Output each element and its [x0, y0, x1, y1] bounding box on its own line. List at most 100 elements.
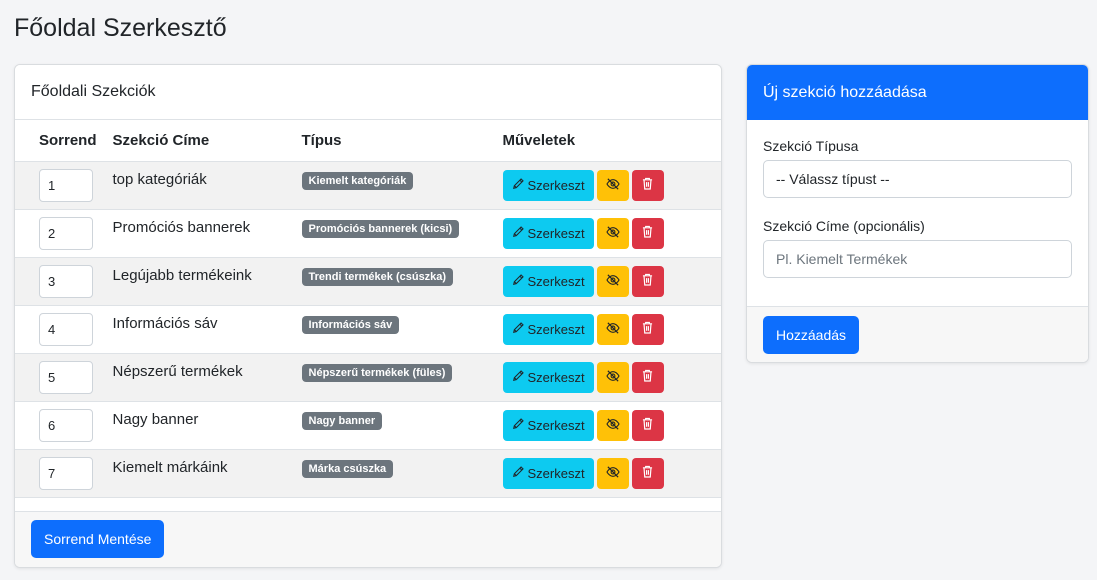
type-cell: Népszerű termékek (füles)	[294, 353, 495, 401]
edit-button[interactable]: Szerkeszt	[502, 169, 594, 201]
order-cell	[15, 449, 105, 497]
table-row: top kategóriák Kiemelt kategóriák Szerke…	[15, 161, 721, 209]
delete-button[interactable]	[631, 265, 664, 297]
hide-button[interactable]	[596, 457, 629, 489]
order-cell	[15, 161, 105, 209]
type-badge: Információs sáv	[301, 315, 400, 334]
delete-button[interactable]	[631, 361, 664, 393]
edit-button[interactable]: Szerkeszt	[502, 361, 594, 393]
order-input[interactable]	[39, 216, 93, 250]
edit-button[interactable]: Szerkeszt	[502, 457, 594, 489]
eye-slash-icon	[605, 369, 620, 385]
hide-button[interactable]	[596, 409, 629, 441]
add-section-form: Szekció Típusa -- Válassz típust -- Szek…	[747, 120, 1088, 278]
delete-button[interactable]	[631, 409, 664, 441]
eye-slash-icon	[605, 321, 620, 337]
edit-button-label: Szerkeszt	[527, 177, 585, 193]
actions-cell: Szerkeszt	[495, 161, 721, 209]
edit-button[interactable]: Szerkeszt	[502, 409, 594, 441]
actions-cell: Szerkeszt	[495, 209, 721, 257]
order-input[interactable]	[39, 408, 93, 442]
delete-button[interactable]	[631, 217, 664, 249]
edit-button[interactable]: Szerkeszt	[502, 265, 594, 297]
section-title: top kategóriák	[112, 170, 207, 188]
type-cell: Promóciós bannerek (kicsi)	[294, 209, 495, 257]
hide-button[interactable]	[596, 169, 629, 201]
order-input[interactable]	[39, 360, 93, 394]
hide-button[interactable]	[596, 217, 629, 249]
trash-icon	[642, 177, 653, 193]
type-badge: Márka csúszka	[301, 459, 394, 478]
table-header-row: Sorrend Szekció Címe Típus Műveletek	[15, 120, 721, 162]
type-cell: Márka csúszka	[294, 449, 495, 497]
add-section-button[interactable]: Hozzáadás	[763, 316, 860, 354]
pencil-icon	[512, 177, 524, 193]
save-order-button[interactable]: Sorrend Mentése	[31, 520, 165, 558]
table-row: Legújabb termékeink Trendi termékek (csú…	[15, 257, 721, 305]
table-row: Nagy banner Nagy banner Szerkeszt	[15, 401, 721, 449]
section-title: Információs sáv	[112, 314, 218, 332]
section-title-placeholder: Pl. Kiemelt Termékek	[776, 251, 908, 267]
section-title-input[interactable]: Pl. Kiemelt Termékek	[763, 240, 1072, 278]
trash-icon	[642, 369, 653, 385]
edit-button-label: Szerkeszt	[527, 321, 585, 337]
delete-button[interactable]	[631, 457, 664, 489]
table-row: Kiemelt márkáink Márka csúszka Szerkeszt	[15, 449, 721, 497]
order-cell	[15, 401, 105, 449]
type-cell: Kiemelt kategóriák	[294, 161, 495, 209]
eye-slash-icon	[605, 177, 620, 193]
sections-card: Főoldali Szekciók Sorrend Szekció Címe T…	[14, 64, 722, 568]
delete-button[interactable]	[631, 169, 664, 201]
actions-cell: Szerkeszt	[495, 449, 721, 497]
edit-button-label: Szerkeszt	[527, 369, 585, 385]
edit-button[interactable]: Szerkeszt	[502, 217, 594, 249]
order-cell	[15, 353, 105, 401]
delete-button[interactable]	[631, 313, 664, 345]
section-type-label: Szekció Típusa	[763, 138, 859, 154]
edit-button-label: Szerkeszt	[527, 417, 585, 433]
actions-cell: Szerkeszt	[495, 305, 721, 353]
trash-icon	[642, 225, 653, 241]
hide-button[interactable]	[596, 265, 629, 297]
edit-button[interactable]: Szerkeszt	[502, 313, 594, 345]
order-input[interactable]	[39, 456, 93, 490]
sections-card-footer: Sorrend Mentése	[15, 511, 721, 567]
eye-slash-icon	[605, 225, 620, 241]
pencil-icon	[512, 225, 524, 241]
hide-button[interactable]	[596, 313, 629, 345]
title-cell: top kategóriák	[105, 161, 294, 209]
section-title: Legújabb termékeink	[112, 266, 252, 284]
actions-cell: Szerkeszt	[495, 353, 721, 401]
section-title: Kiemelt márkáink	[112, 458, 228, 476]
section-type-selected-value: -- Válassz típust --	[776, 171, 890, 187]
section-title: Népszerű termékek	[112, 362, 243, 380]
type-badge: Trendi termékek (csúszka)	[301, 267, 454, 286]
actions-cell: Szerkeszt	[495, 401, 721, 449]
add-section-card: Új szekció hozzáadása Szekció Típusa -- …	[746, 64, 1089, 363]
add-section-card-footer: Hozzáadás	[747, 306, 1088, 362]
trash-icon	[642, 465, 653, 481]
order-cell	[15, 305, 105, 353]
type-badge: Népszerű termékek (füles)	[301, 363, 453, 382]
section-title: Nagy banner	[112, 410, 199, 428]
title-cell: Promóciós bannerek	[105, 209, 294, 257]
table-row: Népszerű termékek Népszerű termékek (fül…	[15, 353, 721, 401]
order-input[interactable]	[39, 168, 93, 202]
sections-table-body: top kategóriák Kiemelt kategóriák Szerke…	[15, 161, 721, 497]
order-cell	[15, 257, 105, 305]
order-input[interactable]	[39, 264, 93, 298]
hide-button[interactable]	[596, 361, 629, 393]
type-cell: Nagy banner	[294, 401, 495, 449]
order-input[interactable]	[39, 312, 93, 346]
pencil-icon	[512, 369, 524, 385]
title-cell: Népszerű termékek	[105, 353, 294, 401]
order-cell	[15, 209, 105, 257]
sections-table: Sorrend Szekció Címe Típus Műveletek top…	[15, 120, 721, 498]
actions-cell: Szerkeszt	[495, 257, 721, 305]
eye-slash-icon	[605, 417, 620, 433]
type-badge: Kiemelt kategóriák	[301, 171, 414, 190]
section-title-label: Szekció Címe (opcionális)	[763, 218, 925, 234]
trash-icon	[642, 417, 653, 433]
section-type-select[interactable]: -- Válassz típust --	[763, 160, 1072, 198]
column-header-actions: Műveletek	[494, 120, 721, 162]
